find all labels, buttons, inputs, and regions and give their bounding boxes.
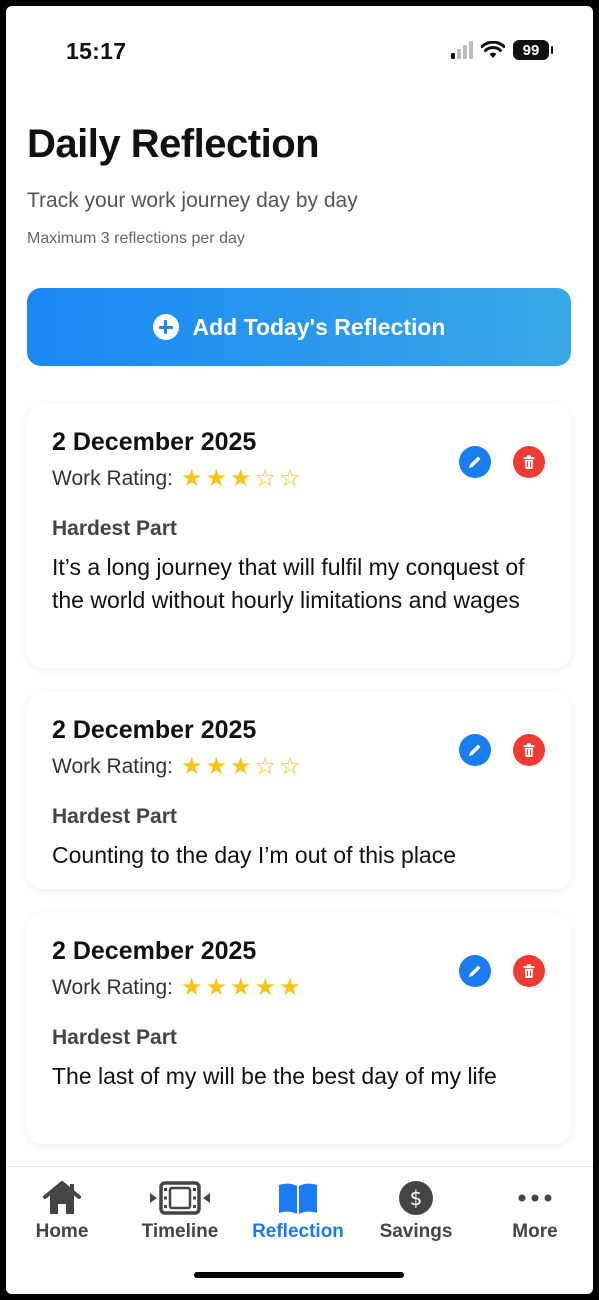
dollar-circle-icon: $ [399, 1181, 433, 1215]
cellular-signal-icon [451, 41, 473, 59]
star-filled-icon: ★ [205, 465, 228, 492]
trash-icon [523, 743, 535, 757]
trash-icon [523, 455, 535, 469]
add-reflection-button[interactable]: Add Today's Reflection [27, 288, 571, 366]
reflection-text: It’s a long journey that will fulfil my … [52, 554, 525, 613]
star-filled-icon: ★ [230, 753, 252, 780]
svg-text:$: $ [410, 1186, 423, 1210]
star-empty-icon: ☆ [279, 753, 301, 780]
card-actions [459, 446, 545, 478]
star-filled-icon: ★ [181, 974, 203, 1001]
tab-more[interactable]: More [476, 1177, 593, 1243]
star-filled-icon: ★ [205, 753, 228, 780]
pencil-icon [469, 965, 481, 977]
star-filled-icon: ★ [279, 974, 301, 1001]
status-icons: 99 [451, 40, 553, 60]
tab-label: Timeline [141, 1221, 219, 1242]
edit-button[interactable] [459, 734, 491, 766]
star-empty-icon: ☆ [279, 465, 301, 492]
tab-timeline[interactable]: Timeline [121, 1177, 239, 1243]
tab-home[interactable]: Home [6, 1177, 121, 1243]
house-icon [43, 1181, 81, 1214]
tab-label: Reflection [252, 1221, 344, 1242]
rating-stars: ★ ★ ★ ☆ ☆ [181, 755, 301, 779]
star-filled-icon: ★ [205, 974, 228, 1001]
hardest-part-label: Hardest Part [52, 805, 177, 828]
page-subtitle: Track your work journey day by day [27, 189, 358, 212]
star-filled-icon: ★ [230, 465, 252, 492]
battery-icon: 99 [513, 40, 553, 60]
reflection-text: The last of my will be the best day of m… [52, 1063, 497, 1089]
page-title: Daily Reflection [27, 122, 320, 166]
tab-reflection[interactable]: Reflection [239, 1177, 357, 1243]
tab-label: Home [35, 1221, 89, 1242]
film-strip-icon [150, 1181, 210, 1215]
delete-button[interactable] [513, 955, 545, 987]
work-rating-label: Work Rating: [52, 467, 173, 490]
pencil-icon [469, 456, 481, 468]
reflection-card: 2 December 2025 Work Rating: ★ ★ ★ ☆ ☆ Harde… [27, 692, 571, 889]
ellipsis-icon [518, 1194, 552, 1202]
hardest-part-label: Hardest Part [52, 517, 177, 540]
book-icon [279, 1183, 317, 1214]
star-filled-icon: ★ [181, 465, 203, 492]
delete-button[interactable] [513, 446, 545, 478]
trash-icon [523, 964, 535, 978]
status-bar: 15:17 99 [6, 6, 593, 96]
star-empty-icon: ☆ [254, 465, 277, 492]
hardest-part-label: Hardest Part [52, 1026, 177, 1049]
home-indicator [194, 1272, 404, 1278]
reflection-card: 2 December 2025 Work Rating: ★ ★ ★ ☆ ☆ Harde… [27, 404, 571, 668]
edit-button[interactable] [459, 955, 491, 987]
tab-savings[interactable]: $ Savings [357, 1177, 475, 1243]
app-screen: 15:17 99 Daily Reflection Track your wor… [6, 6, 593, 1294]
reflection-card: 2 December 2025 Work Rating: ★ ★ ★ ★ ★ Harde… [27, 913, 571, 1144]
card-actions [459, 734, 545, 766]
delete-button[interactable] [513, 734, 545, 766]
tab-label: Savings [379, 1221, 453, 1242]
plus-circle-icon [152, 314, 179, 340]
rating-stars: ★ ★ ★ ☆ ☆ [181, 467, 301, 491]
tab-label: More [512, 1221, 558, 1242]
work-rating-label: Work Rating: [52, 755, 173, 778]
star-filled-icon: ★ [230, 974, 252, 1001]
rating-stars: ★ ★ ★ ★ ★ [181, 976, 301, 1000]
reflection-text: Counting to the day I’m out of this plac… [52, 842, 457, 868]
edit-button[interactable] [459, 446, 491, 478]
pencil-icon [469, 744, 481, 756]
star-empty-icon: ☆ [254, 753, 277, 780]
star-filled-icon: ★ [181, 753, 203, 780]
page-note: Maximum 3 reflections per day [27, 230, 245, 247]
add-reflection-label: Add Today's Reflection [192, 313, 446, 340]
card-actions [459, 955, 545, 987]
status-time: 15:17 [66, 38, 127, 64]
work-rating-label: Work Rating: [52, 976, 173, 999]
star-filled-icon: ★ [254, 974, 277, 1001]
wifi-icon [481, 41, 505, 58]
